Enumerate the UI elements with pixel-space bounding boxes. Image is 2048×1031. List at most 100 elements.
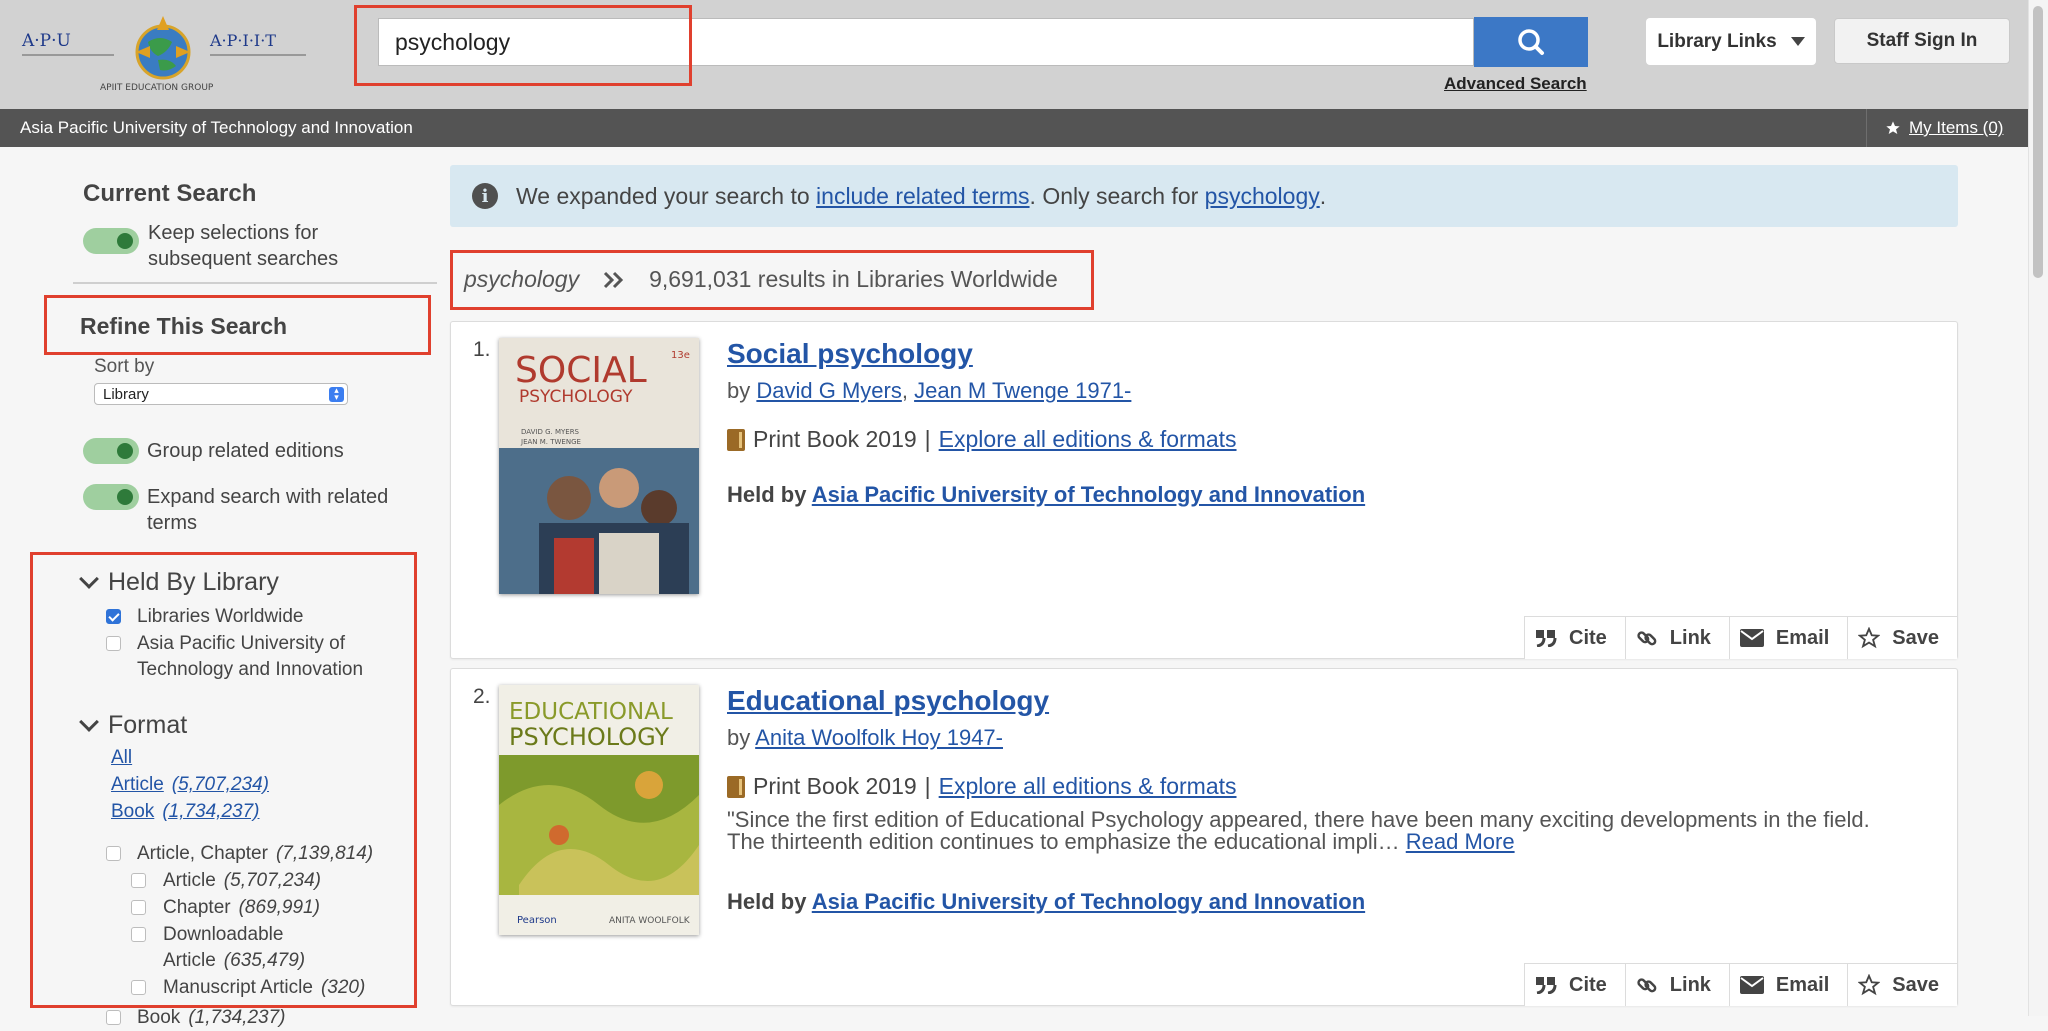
sort-by-value: Library [103,386,149,403]
link-button[interactable]: Link [1625,964,1730,1006]
cite-button[interactable]: Cite [1525,617,1626,659]
keep-selections-label: Keep selections for subsequent searches [148,222,339,270]
format-article-link[interactable]: Article (5,707,234) [111,774,269,796]
expand-search-label: Expand search with related terms [147,486,389,534]
format-facet[interactable]: Format [78,711,187,740]
svg-text:ANITA WOOLFOLK: ANITA WOOLFOLK [609,916,691,926]
chapter-label: Chapter (869,991) [163,895,320,921]
keep-selections-toggle[interactable] [83,228,139,254]
format-all-link[interactable]: All [111,747,132,769]
result-title-link[interactable]: Social psychology [727,338,973,370]
explore-editions-link[interactable]: Explore all editions & formats [939,773,1237,800]
author-link[interactable]: Jean M Twenge 1971- [914,378,1131,403]
explore-editions-link[interactable]: Explore all editions & formats [939,426,1237,453]
manuscript-article-text: Manuscript Article [163,977,313,998]
held-by-library-link[interactable]: Asia Pacific University of Technology an… [812,889,1365,914]
select-arrows-icon: ▴ ▾ [329,386,344,402]
notice-suffix: . [1319,182,1327,209]
svg-text:PSYCHOLOGY: PSYCHOLOGY [509,723,670,751]
save-button[interactable]: Save [1848,964,1957,1006]
result-card: 1. SOCIAL 13e PSYCHOLOGY DAVID G. MYERS … [450,321,1958,659]
result-format: Print Book 2019 | Explore all editions &… [727,426,1237,453]
search-input[interactable]: psychology [378,18,1474,66]
format-article-link-count: (5,707,234) [171,774,269,795]
cite-label: Cite [1569,973,1607,996]
format-separator: | [924,426,931,452]
scrollbar-thumb[interactable] [2033,6,2043,278]
book-checkbox[interactable] [106,1010,121,1025]
manuscript-article-checkbox[interactable] [131,980,146,995]
book-text: Book [137,1007,181,1028]
group-editions-label: Group related editions [147,440,344,462]
manuscript-article-count: (320) [320,977,366,998]
header-bar: A·P·U A·P·I·I·T APIIT EDUCATION GROUP ps… [0,0,2028,109]
include-related-terms-link[interactable]: include related terms [816,183,1030,210]
book-count: (1,734,237) [188,1007,286,1028]
held-by-library-facet[interactable]: Held By Library [78,568,279,597]
expand-search-toggle[interactable] [83,484,139,510]
email-button[interactable]: Email [1729,617,1849,659]
current-search-heading: Current Search [83,180,257,207]
chapter-checkbox[interactable] [131,900,146,915]
author-link[interactable]: David G Myers [756,378,901,403]
sort-by-select[interactable]: Library ▴ ▾ [94,383,348,405]
result-format: Print Book 2019 | Explore all editions &… [727,773,1237,800]
search-term: psychology [464,266,580,292]
group-editions-toggle[interactable] [83,438,139,464]
email-label: Email [1775,973,1830,996]
format-book-link[interactable]: Book (1,734,237) [111,801,260,823]
only-search-term-link[interactable]: psychology [1205,183,1320,210]
chapter-count: (869,991) [238,897,320,918]
my-items-link[interactable]: My Items (0) [1909,118,2003,138]
libraries-worldwide-checkbox[interactable] [106,609,121,624]
link-button[interactable]: Link [1625,617,1730,659]
format-text: Print Book 2019 [753,773,917,799]
staff-sign-in-button[interactable]: Staff Sign In [1834,18,2010,64]
read-more-link[interactable]: Read More [1406,829,1515,854]
caret-down-icon [1790,37,1805,46]
apu-apiit-logo[interactable]: A·P·U A·P·I·I·T APIIT EDUCATION GROUP [20,12,306,94]
book-cover-image[interactable]: EDUCATIONAL PSYCHOLOGY Pearson ANITA WOO… [499,685,699,935]
book-cover-image[interactable]: SOCIAL 13e PSYCHOLOGY DAVID G. MYERS JEA… [499,338,699,594]
downloadable-article-checkbox[interactable] [131,927,146,942]
format-text: Print Book 2019 [753,426,917,452]
email-button[interactable]: Email [1729,964,1849,1006]
cite-button[interactable]: Cite [1525,964,1626,1006]
result-authors: by Anita Woolfolk Hoy 1947- [727,725,1003,751]
advanced-search-link[interactable]: Advanced Search [1444,74,1587,94]
result-actions: Cite Link Email Save [1524,963,1957,1006]
apu-library-checkbox[interactable] [106,636,121,651]
library-links-label: Library Links [1657,30,1777,52]
by-label: by [727,725,751,750]
format-separator: | [924,773,931,799]
save-button[interactable]: Save [1848,617,1957,659]
article-checkbox[interactable] [131,873,146,888]
link-label: Link [1669,973,1711,996]
search-button[interactable] [1474,17,1588,67]
envelope-icon [1739,629,1764,647]
refine-search-heading: Refine This Search [80,313,288,339]
article-count: (5,707,234) [223,870,321,891]
author-link[interactable]: Anita Woolfolk Hoy 1947- [755,725,1003,750]
chevron-down-icon [79,568,99,589]
sort-by-label: Sort by [94,356,155,377]
libraries-worldwide-label: Libraries Worldwide [137,606,304,627]
star-outline-icon [1858,627,1881,649]
downloadable-text: Downloadable [163,924,284,945]
library-links-dropdown[interactable]: Library Links [1646,18,1816,65]
email-label: Email [1775,626,1830,649]
svg-text:A·P·U: A·P·U [21,31,71,51]
format-article-link-label: Article [111,774,164,795]
held-by-library-title: Held By Library [108,568,279,596]
expanded-search-notice: i We expanded your search to include rel… [450,165,1958,227]
svg-text:EDUCATIONAL: EDUCATIONAL [509,699,673,725]
print-book-icon [727,428,745,451]
apu-library-label: Asia Pacific University of Technology an… [137,633,364,680]
book-label: Book (1,734,237) [137,1005,286,1031]
article-chapter-checkbox[interactable] [106,846,121,861]
svg-text:DAVID G. MYERS: DAVID G. MYERS [521,428,580,436]
result-title-link[interactable]: Educational psychology [727,685,1049,717]
my-items[interactable]: My Items (0) [1866,109,2003,147]
held-by-library-link[interactable]: Asia Pacific University of Technology an… [812,482,1365,507]
svg-text:PSYCHOLOGY: PSYCHOLOGY [519,387,633,407]
